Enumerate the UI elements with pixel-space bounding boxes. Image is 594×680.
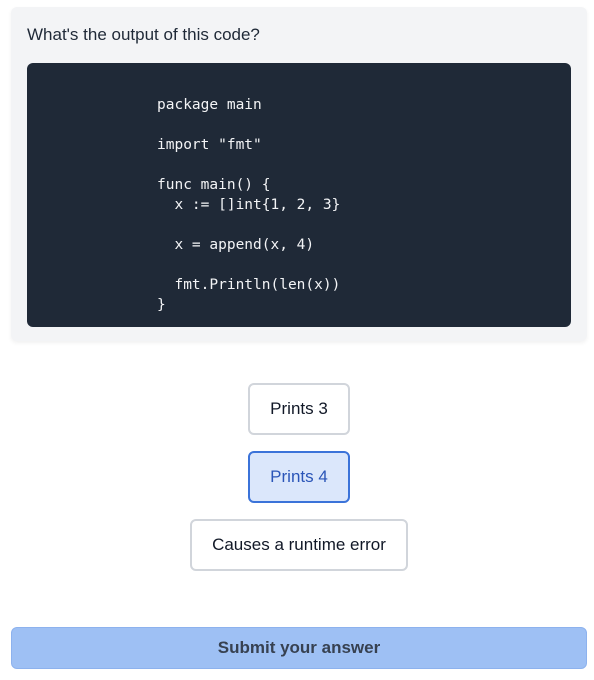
code-block: package main import "fmt" func main() { … (27, 63, 571, 327)
question-prompt: What's the output of this code? (27, 25, 260, 44)
answer-option-prints-4[interactable]: Prints 4 (248, 451, 350, 503)
answer-option-label: Causes a runtime error (212, 535, 386, 554)
code-snippet: package main import "fmt" func main() { … (157, 97, 341, 313)
question-card: What's the output of this code? package … (11, 7, 587, 341)
answer-option-prints-3[interactable]: Prints 3 (248, 383, 350, 435)
submit-button[interactable]: Submit your answer (11, 627, 587, 669)
submit-button-label: Submit your answer (217, 638, 381, 657)
answer-option-label: Prints 4 (270, 467, 328, 486)
answer-option-runtime-error[interactable]: Causes a runtime error (190, 519, 408, 571)
answer-option-label: Prints 3 (270, 399, 328, 418)
